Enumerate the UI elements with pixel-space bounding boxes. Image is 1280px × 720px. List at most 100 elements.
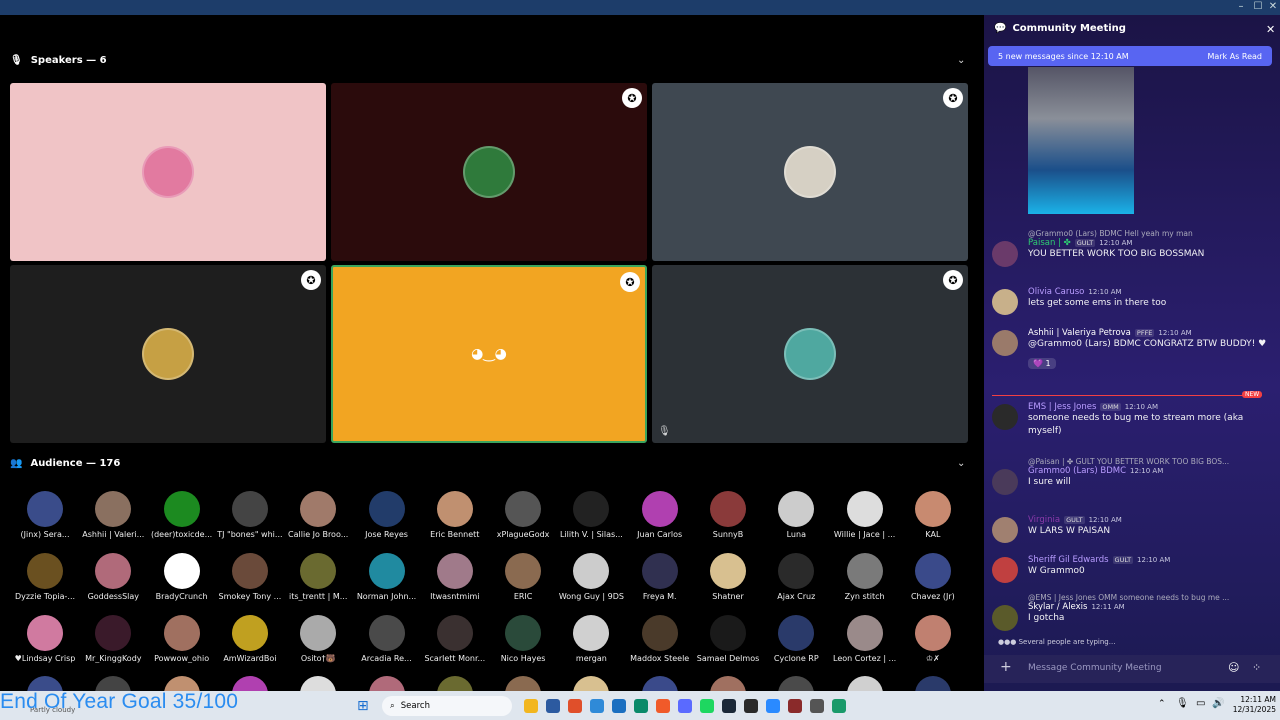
audience-member[interactable]: Willie | Jace | ...	[830, 491, 900, 539]
avatar[interactable]	[992, 469, 1018, 495]
audience-member[interactable]: Zyn stitch	[830, 553, 900, 601]
chat-message[interactable]: Olivia Caruso 12:10 AM lets get some ems i…	[992, 287, 1272, 315]
new-messages-bar[interactable]: 5 new messages since 12:10 AM Mark As Re…	[988, 46, 1272, 66]
reply-preview[interactable]: @EMS | Jess Jones OMM someone needs to b…	[1028, 593, 1272, 602]
start-icon[interactable]: ⊞	[357, 698, 369, 714]
chevron-up-icon[interactable]: ⌃	[1158, 699, 1166, 709]
avatar[interactable]	[992, 330, 1018, 356]
audience-member[interactable]: AmWizardBoi	[215, 615, 285, 663]
taskbar-app-icon[interactable]	[810, 699, 824, 713]
reaction-pill[interactable]: 💜 1	[1028, 358, 1056, 369]
audience-member[interactable]: Scarlett Monr...	[420, 615, 490, 663]
chat-message[interactable]: Sheriff Gil Edwards GULT 12:10 AM W Grammo0	[992, 555, 1272, 583]
taskbar-app-icon[interactable]	[612, 699, 626, 713]
audience-member[interactable]: Lilith V. | Silas...	[556, 491, 626, 539]
audience-member[interactable]: Luna	[761, 491, 831, 539]
message-image[interactable]	[1028, 67, 1134, 214]
audience-member[interactable]: Smokey Tony ...	[215, 553, 285, 601]
audience-member[interactable]: Maddox Steele	[625, 615, 695, 663]
username[interactable]: Grammo0 (Lars) BDMC	[1028, 466, 1126, 476]
audience-member[interactable]: Callie Jo Broo...	[283, 491, 353, 539]
chat-message[interactable]: @Grammo0 (Lars) BDMC Hell yeah my man Pai…	[992, 229, 1272, 267]
taskbar-app-icon[interactable]	[722, 699, 736, 713]
speaker-tile[interactable]	[10, 83, 326, 261]
audience-member[interactable]: Freya M.	[625, 553, 695, 601]
audience-member[interactable]: Dyzzie Topia-...	[10, 553, 80, 601]
audience-member[interactable]: Ajax Cruz	[761, 553, 831, 601]
username[interactable]: EMS | Jess Jones	[1028, 402, 1096, 412]
avatar[interactable]	[992, 404, 1018, 430]
add-attachment-icon[interactable]: +	[1000, 659, 1012, 675]
speaker-tile[interactable]: ✪	[331, 83, 647, 261]
audience-member[interactable]: Mr_KinggKody	[78, 615, 148, 663]
audience-member[interactable]: Samael Delmos	[693, 615, 763, 663]
reply-preview[interactable]: @Grammo0 (Lars) BDMC Hell yeah my man	[1028, 229, 1272, 238]
username[interactable]: Virginia	[1028, 515, 1060, 525]
close-window-button[interactable]: ✕	[1266, 1, 1280, 12]
avatar[interactable]	[992, 517, 1018, 543]
audience-member[interactable]: Itwasntmimi	[420, 553, 490, 601]
taskbar-app-icon[interactable]	[744, 699, 758, 713]
taskbar-app-icon[interactable]	[524, 699, 538, 713]
speaker-tile[interactable]: ✪	[652, 83, 968, 261]
close-icon[interactable]: ✕	[1266, 23, 1275, 36]
emoji-icon[interactable]: ☺	[1228, 661, 1239, 674]
audience-member[interactable]: Norman John...	[352, 553, 422, 601]
taskbar-app-icon[interactable]	[700, 699, 714, 713]
audience-member[interactable]: (Jinx) Sera...	[10, 491, 80, 539]
avatar[interactable]	[992, 557, 1018, 583]
audience-member[interactable]: Jose Reyes	[352, 491, 422, 539]
chat-message[interactable]: NEW EMS | Jess Jones OMM 12:10 AM someone ne…	[992, 391, 1272, 438]
avatar[interactable]	[992, 241, 1018, 267]
audience-member[interactable]: mergan	[556, 615, 626, 663]
audience-member[interactable]: ♥Lindsay Crisp	[10, 615, 80, 663]
chat-message[interactable]: @EMS | Jess Jones OMM someone needs to b…	[992, 593, 1272, 631]
chat-message[interactable]: Virginia GULT 12:10 AM W LARS W PAISAN	[992, 515, 1272, 543]
taskbar-app-icon[interactable]	[568, 699, 582, 713]
audience-member[interactable]: Juan Carlos	[625, 491, 695, 539]
reply-preview[interactable]: @Paisan | ✤ GULT YOU BETTER WORK TOO BIG…	[1028, 457, 1272, 466]
audience-member[interactable]: KAL	[898, 491, 968, 539]
taskbar-app-icon[interactable]	[832, 699, 846, 713]
audience-member[interactable]: ♔✗	[898, 615, 968, 663]
audience-member[interactable]: GoddessSlay	[78, 553, 148, 601]
taskbar-app-icon[interactable]	[590, 699, 604, 713]
audience-member[interactable]: SunnyB	[693, 491, 763, 539]
apps-icon[interactable]: ⁘	[1252, 661, 1261, 674]
username[interactable]: Paisan | ✤	[1028, 238, 1071, 248]
audience-member[interactable]: (deer)toxicde...	[147, 491, 217, 539]
speaker-tile[interactable]: ✪	[10, 265, 326, 443]
speaker-tile[interactable]: ◕‿◕ ✪	[331, 265, 647, 443]
network-icon[interactable]: ▭	[1196, 698, 1205, 709]
taskbar-app-icon[interactable]	[788, 699, 802, 713]
audience-member[interactable]: Ashhii | Valeri...	[78, 491, 148, 539]
taskbar-app-icon[interactable]	[634, 699, 648, 713]
username[interactable]: Ashhii | Valeriya Petrova	[1028, 328, 1131, 338]
audience-member[interactable]: ERIC	[488, 553, 558, 601]
taskbar-app-icon[interactable]	[656, 699, 670, 713]
audience-member[interactable]: Arcadia Re...	[352, 615, 422, 663]
audience-member[interactable]: Chavez (Jr)	[898, 553, 968, 601]
message-input[interactable]: Message Community Meeting	[1028, 663, 1162, 673]
avatar[interactable]	[992, 289, 1018, 315]
username[interactable]: Olivia Caruso	[1028, 287, 1084, 297]
volume-icon[interactable]: 🔊	[1212, 698, 1224, 709]
taskbar-app-icon[interactable]	[546, 699, 560, 713]
avatar[interactable]	[992, 605, 1018, 631]
microphone-tray-icon[interactable]: 🎙	[1176, 698, 1189, 709]
chevron-down-icon[interactable]: ⌄	[957, 458, 965, 469]
username[interactable]: Skylar / Alexis	[1028, 602, 1087, 612]
mark-as-read-button[interactable]: Mark As Read	[1207, 52, 1262, 61]
audience-member[interactable]: Cyclone RP	[761, 615, 831, 663]
chat-message[interactable]: Ashhii | Valeriya Petrova PFFE 12:10 AM @Gr…	[992, 328, 1272, 370]
audience-member[interactable]: Eric Bennett	[420, 491, 490, 539]
audience-member[interactable]: TJ "bones" whi...	[215, 491, 285, 539]
audience-member[interactable]: its_trentt | M...	[283, 553, 353, 601]
clock[interactable]: 12:11 AM 12/31/2025	[1228, 695, 1276, 715]
audience-member[interactable]: Powwow_ohio	[147, 615, 217, 663]
audience-member[interactable]: BradyCrunch	[147, 553, 217, 601]
audience-member[interactable]: Leon Cortez | ...	[830, 615, 900, 663]
taskbar-app-icon[interactable]	[678, 699, 692, 713]
audience-member[interactable]: xPlagueGodx	[488, 491, 558, 539]
speaker-tile[interactable]: ✪ 🎙	[652, 265, 968, 443]
